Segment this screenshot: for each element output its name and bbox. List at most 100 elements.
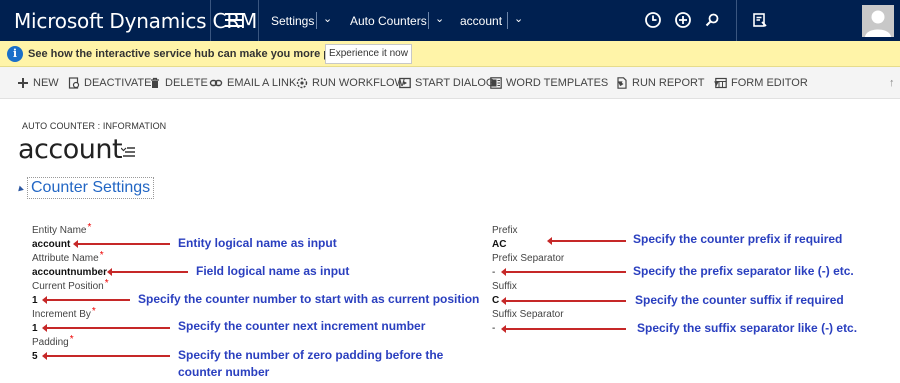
required-asterisk: *	[69, 334, 74, 345]
arrow-up-icon[interactable]: ↑	[889, 77, 895, 89]
user-silhouette-icon	[865, 10, 891, 37]
annotation-arrow	[73, 240, 170, 248]
nav-account[interactable]: account	[460, 14, 502, 28]
deactivate-label: DEACTIVATE	[84, 77, 152, 89]
word-icon	[490, 77, 502, 89]
report-icon	[617, 77, 627, 89]
annotation-padding: Specify the number of zero padding befor…	[178, 347, 443, 381]
current-position-value[interactable]: 1	[32, 295, 38, 306]
trash-icon	[151, 77, 159, 88]
label-text: Increment By	[32, 309, 91, 320]
annotation-position: Specify the counter number to start with…	[138, 292, 480, 306]
start-dialog-button[interactable]: START DIALOG	[399, 77, 494, 89]
field-label-suffix-separator: Suffix Separator	[492, 309, 564, 320]
new-button[interactable]: NEW	[17, 77, 59, 89]
plus-icon	[18, 78, 28, 88]
delete-label: DELETE	[165, 77, 208, 89]
app-brand[interactable]: Microsoft Dynamics CRM	[14, 9, 257, 33]
nav-divider	[316, 12, 317, 29]
annotation-arrow	[501, 297, 626, 305]
prefix-separator-value[interactable]: -	[492, 267, 495, 278]
email-a-link-button[interactable]: EMAIL A LINK	[209, 77, 296, 89]
nav-settings[interactable]: Settings	[271, 14, 314, 28]
chevron-down-icon[interactable]: ⌄	[435, 12, 444, 25]
info-icon: i	[7, 46, 23, 62]
recent-clock-icon[interactable]	[643, 10, 663, 30]
field-label-current-position: Current Position*	[32, 278, 109, 292]
annotation-increment: Specify the counter next increment numbe…	[178, 319, 426, 333]
delete-button[interactable]: DELETE	[149, 77, 208, 89]
search-icon[interactable]	[702, 10, 722, 30]
suffix-value[interactable]: C	[492, 295, 499, 306]
notification-bar: i See how the interactive service hub ca…	[0, 41, 900, 67]
annotation-arrow	[501, 325, 626, 333]
annotation-padding-line2: counter number	[178, 365, 270, 379]
email-a-link-label: EMAIL A LINK	[227, 77, 297, 89]
annotation-suffix-separator: Specify the suffix separator like (-) et…	[637, 321, 858, 335]
word-templates-label: WORD TEMPLATES	[506, 77, 609, 89]
annotation-prefix-separator: Specify the prefix separator like (-) et…	[633, 264, 854, 278]
icon-divider	[736, 0, 737, 41]
advanced-find-icon[interactable]	[750, 10, 770, 30]
page-title: account	[18, 134, 123, 165]
required-asterisk: *	[91, 306, 96, 317]
entity-name-value[interactable]: account	[32, 239, 70, 250]
padding-value[interactable]: 5	[32, 351, 38, 362]
field-label-entity-name: Entity Name*	[32, 222, 92, 236]
run-report-label: RUN REPORT	[632, 77, 705, 89]
counter-settings-section[interactable]: Counter Settings	[16, 177, 155, 199]
attribute-name-value[interactable]: accountnumber	[32, 267, 107, 278]
annotation-attribute: Field logical name as input	[196, 264, 350, 278]
workflow-icon	[296, 77, 308, 89]
create-plus-icon[interactable]	[673, 10, 693, 30]
label-text: Entity Name	[32, 225, 87, 236]
run-workflow-button[interactable]: RUN WORKFLOW	[296, 77, 405, 89]
annotation-padding-line1: Specify the number of zero padding befor…	[178, 348, 444, 362]
annotation-arrow	[42, 296, 130, 304]
form-selector-icon[interactable]	[121, 146, 135, 158]
nav-auto-counters[interactable]: Auto Counters	[350, 14, 427, 28]
required-asterisk: *	[104, 278, 109, 289]
dialog-icon	[399, 77, 411, 89]
annotation-arrow	[107, 268, 188, 276]
label-text: Current Position	[32, 281, 104, 292]
field-label-suffix: Suffix	[492, 281, 517, 292]
label-text: Attribute Name	[32, 253, 99, 264]
user-avatar[interactable]	[862, 5, 894, 37]
run-report-button[interactable]: RUN REPORT ▼	[616, 77, 720, 89]
field-label-attribute-name: Attribute Name*	[32, 250, 104, 264]
label-text: Padding	[32, 337, 69, 348]
nav-divider	[428, 12, 429, 29]
experience-it-now-button[interactable]: Experience it now	[325, 44, 412, 64]
field-label-padding: Padding*	[32, 334, 74, 348]
command-bar: NEW DEACTIVATE DELETE EMAIL A LINK RUN W…	[0, 67, 900, 99]
increment-by-value[interactable]: 1	[32, 323, 38, 334]
form-editor-button[interactable]: FORM EDITOR	[715, 77, 808, 89]
prefix-value[interactable]: AC	[492, 239, 506, 250]
run-workflow-label: RUN WORKFLOW	[312, 77, 405, 89]
form-editor-label: FORM EDITOR	[731, 77, 808, 89]
hamburger-menu-icon[interactable]	[225, 13, 243, 27]
annotation-prefix: Specify the counter prefix if required	[633, 232, 843, 246]
breadcrumb: AUTO COUNTER : INFORMATION	[22, 121, 167, 131]
annotation-arrow	[547, 237, 626, 245]
field-label-increment-by: Increment By*	[32, 306, 96, 320]
word-templates-button[interactable]: WORD TEMPLATES ▼	[490, 77, 624, 89]
deactivate-icon	[68, 77, 80, 89]
new-label: NEW	[33, 77, 59, 89]
start-dialog-label: START DIALOG	[415, 77, 495, 89]
collapse-triangle-icon	[16, 185, 24, 193]
field-label-prefix: Prefix	[492, 225, 518, 236]
annotation-suffix: Specify the counter suffix if required	[635, 293, 844, 307]
nav-divider	[507, 12, 508, 29]
field-label-prefix-separator: Prefix Separator	[492, 253, 565, 264]
chevron-down-icon[interactable]: ⌄	[514, 12, 523, 25]
suffix-separator-value[interactable]: -	[492, 323, 495, 334]
required-asterisk: *	[99, 250, 104, 261]
deactivate-button[interactable]: DEACTIVATE	[68, 77, 151, 89]
chevron-down-icon[interactable]: ⌄	[323, 12, 332, 25]
annotation-arrow	[42, 352, 170, 360]
brand-divider	[210, 0, 211, 41]
form-editor-icon	[715, 77, 727, 89]
required-asterisk: *	[87, 222, 92, 233]
